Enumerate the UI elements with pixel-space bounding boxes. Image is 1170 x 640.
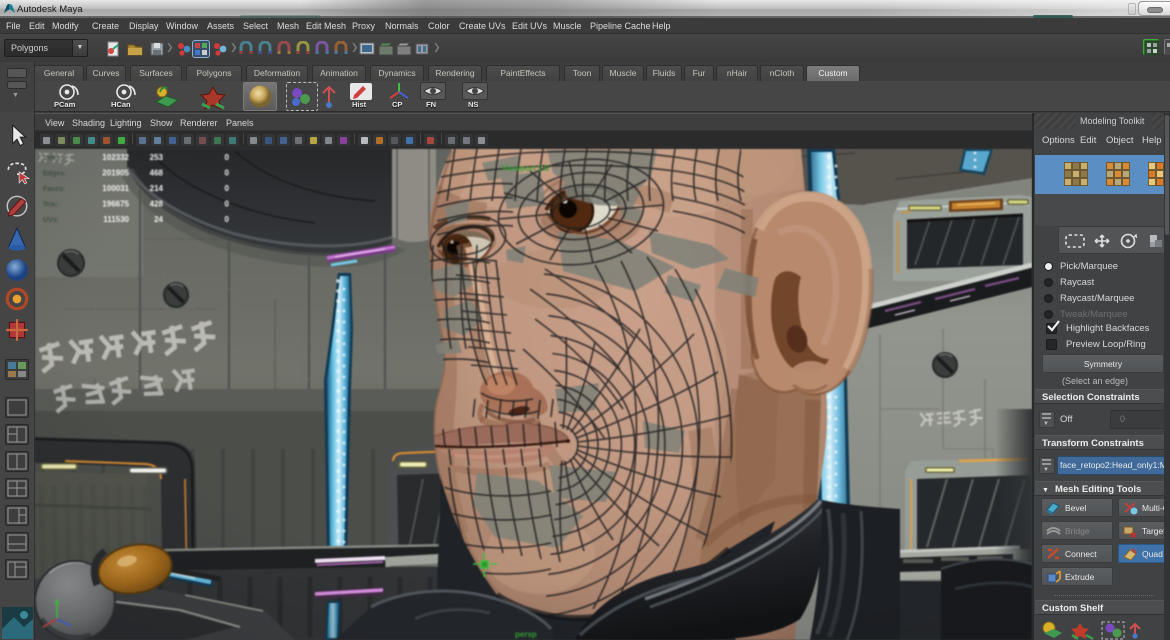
svg-text:UVs:: UVs: bbox=[43, 217, 59, 224]
svg-text:201905: 201905 bbox=[102, 169, 129, 178]
svg-text:0: 0 bbox=[225, 184, 230, 193]
svg-text:0: 0 bbox=[225, 153, 230, 162]
svg-text:102332: 102332 bbox=[102, 153, 129, 162]
svg-text:100031: 100031 bbox=[102, 184, 129, 193]
svg-text:Viewport 2.0: Viewport 2.0 bbox=[502, 164, 550, 173]
svg-text:Edges:: Edges: bbox=[43, 171, 66, 178]
svg-text:24: 24 bbox=[154, 215, 163, 224]
svg-text:Verts:: Verts: bbox=[43, 155, 62, 162]
svg-text:0: 0 bbox=[225, 215, 230, 224]
svg-text:persp: persp bbox=[515, 630, 537, 639]
svg-text:0: 0 bbox=[225, 169, 230, 178]
svg-text:196675: 196675 bbox=[102, 200, 129, 209]
svg-text:111530: 111530 bbox=[103, 215, 129, 224]
svg-text:Tris:: Tris: bbox=[43, 202, 58, 209]
svg-text:428: 428 bbox=[150, 200, 164, 209]
svg-text:0: 0 bbox=[225, 200, 230, 209]
svg-text:253: 253 bbox=[150, 153, 164, 162]
svg-text:468: 468 bbox=[150, 169, 164, 178]
svg-text:Faces:: Faces: bbox=[43, 186, 65, 193]
svg-text:214: 214 bbox=[150, 184, 164, 193]
